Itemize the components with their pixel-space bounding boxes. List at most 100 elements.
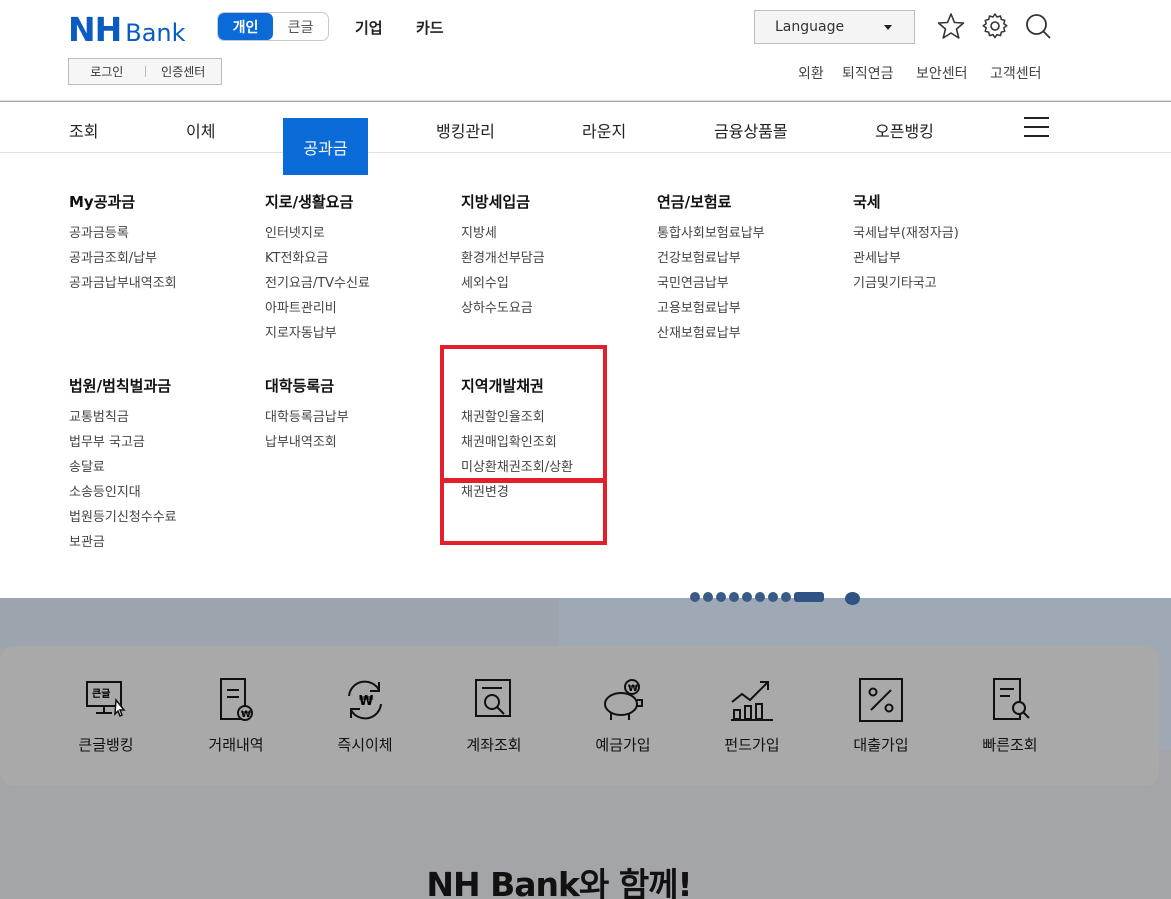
menu-group-pension: 연금/보험료 통합사회보험료납부 건강보험료납부 국민연금납부 고용보험료납부 …: [657, 191, 765, 346]
menu-link[interactable]: 교통범칙금: [69, 405, 177, 430]
menu-link[interactable]: 대학등록금납부: [265, 405, 349, 430]
won-icon-label: ₩: [359, 694, 374, 709]
mode-large-text-button[interactable]: 큰글: [273, 13, 328, 40]
mode-personal-button[interactable]: 개인: [218, 13, 273, 40]
quick-instant-transfer[interactable]: ₩ 즉시이체: [315, 676, 415, 755]
main-nav: 조회 이체 뱅킹관리 라운지 금융상품몰 오픈뱅킹: [0, 102, 1171, 153]
quick-label: 빠른조회: [982, 736, 1038, 754]
menu-link[interactable]: 상하수도요금: [461, 296, 545, 321]
menu-link[interactable]: 법원등기신청수수료: [69, 505, 177, 530]
language-select[interactable]: Language: [754, 10, 915, 44]
highlight-box-bonds: [440, 345, 607, 483]
group-title: 법원/범칙벌과금: [69, 377, 172, 395]
group-title: My공과금: [69, 193, 136, 211]
menu-link[interactable]: 공과금납부내역조회: [69, 271, 177, 296]
nav-utility-bills-active[interactable]: 공과금: [283, 118, 368, 175]
menu-link[interactable]: 산재보험료납부: [657, 321, 765, 346]
document-won-icon: ₩: [220, 678, 253, 721]
menu-link[interactable]: KT전화요금: [265, 246, 370, 271]
header: NH Bank 개인 큰글 기업 카드 로그인 인증센터 Language 외환…: [0, 0, 1171, 101]
carousel-pause-icon[interactable]: [845, 592, 860, 605]
menu-link[interactable]: 기금및기타국고: [853, 271, 959, 296]
menu-group-my-bills: My공과금 공과금등록 공과금조회/납부 공과금납부내역조회: [69, 191, 177, 296]
menu-link[interactable]: 세외수입: [461, 271, 545, 296]
menu-link[interactable]: 통합사회보험료납부: [657, 221, 765, 246]
star-icon[interactable]: [937, 12, 965, 40]
menu-link[interactable]: 법무부 국고금: [69, 430, 177, 455]
quick-account-inquiry[interactable]: 계좌조회: [444, 676, 544, 755]
nav-products[interactable]: 금융상품몰: [714, 118, 788, 142]
quick-label: 예금가입: [595, 736, 651, 754]
quick-label: 펀드가입: [724, 736, 780, 754]
slogan-heading: NH Bank와 함께!: [426, 865, 692, 899]
gear-icon[interactable]: [981, 12, 1009, 40]
util-forex[interactable]: 외환: [798, 63, 824, 83]
quick-fund[interactable]: 펀드가입: [702, 676, 802, 755]
menu-link[interactable]: 건강보험료납부: [657, 246, 765, 271]
refresh-won-icon: ₩: [348, 680, 382, 720]
quick-label: 대출가입: [853, 736, 909, 754]
group-title: 국세: [853, 193, 881, 211]
nav-open-banking[interactable]: 오픈뱅킹: [875, 118, 934, 142]
hamburger-menu-icon[interactable]: [1024, 117, 1049, 137]
quick-label: 큰글뱅킹: [78, 736, 134, 754]
quick-deposit[interactable]: ₩ 예금가입: [573, 676, 673, 755]
login-button[interactable]: 로그인: [69, 63, 145, 80]
menu-link[interactable]: 보관금: [69, 530, 177, 555]
monitor-icon: 큰글: [86, 681, 126, 718]
menu-link[interactable]: 고용보험료납부: [657, 296, 765, 321]
piggy-bank-icon: ₩: [604, 679, 643, 720]
menu-link[interactable]: 환경개선부담금: [461, 246, 545, 271]
menu-group-giro: 지로/생활요금 인터넷지로 KT전화요금 전기요금/TV수신료 아파트관리비 지…: [265, 191, 370, 346]
logo-nh: NH: [68, 10, 122, 49]
quick-fast-inquiry[interactable]: 빠른조회: [960, 676, 1060, 755]
quick-label: 거래내역: [208, 736, 264, 754]
menu-link[interactable]: 송달료: [69, 455, 177, 480]
menu-link[interactable]: 전기요금/TV수신료: [265, 271, 370, 296]
util-customer[interactable]: 고객센터: [990, 63, 1042, 83]
chart-growth-icon: [731, 681, 773, 721]
cert-center-button[interactable]: 인증센터: [146, 63, 222, 80]
carousel-indicator[interactable]: [690, 592, 824, 602]
group-title: 지로/생활요금: [265, 193, 354, 211]
quick-label: 계좌조회: [466, 736, 522, 754]
menu-link[interactable]: 관세납부: [853, 246, 959, 271]
highlight-box-bond-change: [440, 478, 607, 545]
caret-down-icon: [884, 25, 892, 30]
util-pension[interactable]: 퇴직연금: [842, 63, 894, 83]
menu-link[interactable]: 공과금조회/납부: [69, 246, 177, 271]
menu-card[interactable]: 카드: [416, 17, 444, 38]
document-search-icon: [475, 679, 511, 717]
nh-bank-logo[interactable]: NH Bank: [68, 10, 186, 49]
mode-switch: 개인 큰글: [217, 12, 329, 41]
large-text-icon-label: 큰글: [92, 688, 110, 700]
group-title: 대학등록금: [265, 377, 335, 395]
nav-transfer[interactable]: 이체: [186, 118, 215, 142]
menu-link[interactable]: 인터넷지로: [265, 221, 370, 246]
quick-transactions[interactable]: ₩ 거래내역: [186, 676, 286, 755]
menu-group-tuition: 대학등록금 대학등록금납부 납부내역조회: [265, 375, 349, 455]
menu-link[interactable]: 지방세: [461, 221, 545, 246]
group-title: 연금/보험료: [657, 193, 732, 211]
menu-link[interactable]: 납부내역조회: [265, 430, 349, 455]
logo-bank: Bank: [125, 19, 186, 47]
menu-corporate[interactable]: 기업: [355, 17, 383, 38]
search-icon[interactable]: [1024, 12, 1052, 40]
nav-inquiry[interactable]: 조회: [69, 118, 98, 142]
login-box: 로그인 인증센터: [68, 58, 222, 85]
won-icon-label: ₩: [628, 684, 638, 694]
util-security[interactable]: 보안센터: [916, 63, 968, 83]
menu-link[interactable]: 국세납부(재정자금): [853, 221, 959, 246]
quick-loan[interactable]: 대출가입: [831, 676, 931, 755]
menu-link[interactable]: 공과금등록: [69, 221, 177, 246]
menu-link[interactable]: 국민연금납부: [657, 271, 765, 296]
nav-lounge[interactable]: 라운지: [582, 118, 626, 142]
nav-banking-mgmt[interactable]: 뱅킹관리: [436, 118, 495, 142]
menu-link[interactable]: 소송등인지대: [69, 480, 177, 505]
language-label: Language: [775, 19, 845, 35]
menu-link[interactable]: 지로자동납부: [265, 321, 370, 346]
won-icon-label: ₩: [241, 710, 251, 720]
quick-large-text-banking[interactable]: 큰글 큰글뱅킹: [56, 676, 156, 755]
menu-link[interactable]: 아파트관리비: [265, 296, 370, 321]
menu-group-court: 법원/범칙벌과금 교통범칙금 법무부 국고금 송달료 소송등인지대 법원등기신청…: [69, 375, 177, 555]
